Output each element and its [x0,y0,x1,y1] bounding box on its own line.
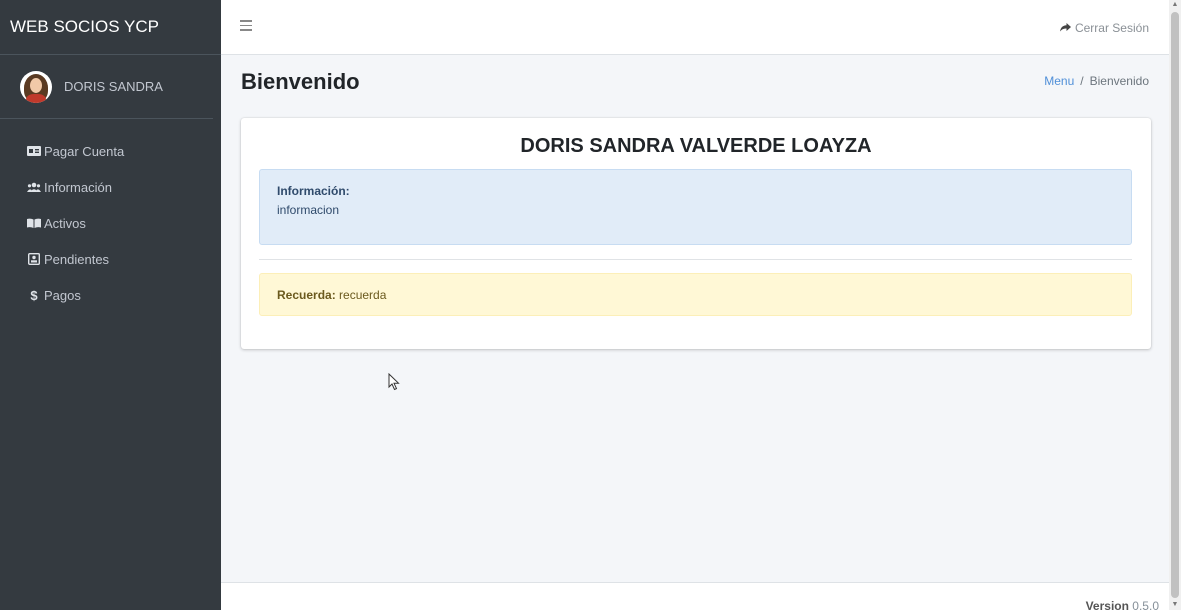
breadcrumb-home-link[interactable]: Menu [1044,74,1074,88]
sidebar-item-label: Activos [44,215,86,231]
breadcrumb-current: Bienvenido [1089,74,1149,88]
user-panel[interactable]: DORIS SANDRA [0,55,213,119]
sidebar-item-label: Pendientes [44,251,110,267]
divider [259,259,1132,260]
money-bill-icon [27,146,41,156]
remember-callout: Recuerda: recuerda [259,273,1132,316]
sidebar-nav: Pagar Cuenta Información Activos Pendien… [0,119,221,313]
breadcrumb: Menu / Bienvenido [1044,74,1149,88]
book-open-icon [27,218,41,228]
welcome-card: DORIS SANDRA VALVERDE LOAYZA Información… [241,118,1151,349]
sidebar: WEB SOCIOS YCP DORIS SANDRA Pagar Cuenta… [0,0,221,610]
info-text: informacion [277,203,340,217]
scroll-down-icon[interactable]: ▼ [1171,600,1179,610]
sidebar-item-pagos[interactable]: $ Pagos [0,277,221,313]
brand-text: WEB SOCIOS YCP [10,17,159,36]
sidebar-item-activos[interactable]: Activos [0,205,221,241]
version-label: Version [1085,599,1129,610]
logout-button[interactable]: Cerrar Sesión [1059,21,1149,35]
info-label: Información: [277,184,350,198]
dollar-icon: $ [30,287,38,303]
info-callout: Información: informacion [259,169,1132,245]
sidebar-item-informacion[interactable]: Información [0,169,221,205]
remember-text: recuerda [339,288,387,302]
clipboard-icon [27,253,41,265]
scroll-thumb[interactable] [1171,12,1179,598]
sidebar-item-pendientes[interactable]: Pendientes [0,241,221,277]
sidebar-item-label: Información [44,179,112,195]
page-title: Bienvenido [241,69,360,94]
top-navbar: Cerrar Sesión [221,0,1169,55]
logout-label: Cerrar Sesión [1074,21,1149,35]
brand-link[interactable]: WEB SOCIOS YCP [0,0,221,55]
mouse-cursor-icon [388,372,400,396]
sidebar-item-pagar-cuenta[interactable]: Pagar Cuenta [0,133,221,169]
version-number: 0.5.0 [1132,599,1159,610]
page-scrollbar[interactable]: ▲ ▼ [1169,0,1181,610]
remember-label: Recuerda: [277,288,336,302]
scroll-up-icon[interactable]: ▲ [1171,0,1179,10]
version-info: Version 0.5.0 [1086,599,1159,610]
member-full-name: DORIS SANDRA VALVERDE LOAYZA [520,135,872,157]
footer: Version 0.5.0 [221,582,1169,610]
user-avatar [20,70,52,103]
sidebar-item-label: Pagos [44,287,81,303]
user-name: DORIS SANDRA [64,79,163,94]
sidebar-item-label: Pagar Cuenta [44,143,125,159]
users-icon [27,182,41,192]
breadcrumb-separator: / [1080,74,1084,88]
menu-toggle-icon[interactable] [240,20,252,32]
share-arrow-icon [1059,21,1071,35]
